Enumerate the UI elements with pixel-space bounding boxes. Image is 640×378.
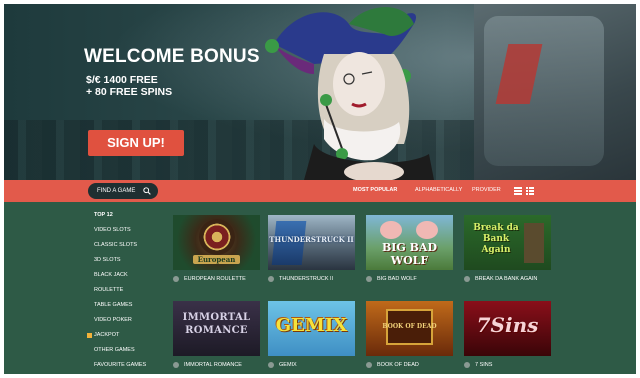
game-title: EUROPEAN ROULETTE	[184, 276, 246, 282]
sidebar-item-table-games[interactable]: TABLE GAMES	[94, 302, 132, 308]
pig-icon	[380, 221, 402, 239]
thumbnail-title: BOOK OF DEAD	[382, 323, 437, 330]
game-thumbnail: European	[173, 215, 260, 270]
game-thumbnail: IMMORTAL ROMANCE	[173, 301, 260, 356]
sidebar-item-other-games[interactable]: OTHER GAMES	[94, 347, 135, 353]
game-thumbnail: BOOK OF DEAD	[366, 301, 453, 356]
game-caption: EUROPEAN ROULETTE	[173, 275, 273, 284]
thumbnail-title: BIG BAD WOLF	[381, 241, 438, 267]
find-game-search[interactable]: FIND A GAME	[88, 183, 158, 199]
page-frame: WELCOME BONUS $/€ 1400 FREE + 80 FREE SP…	[0, 0, 640, 378]
game-thumbnail: 7Sins	[464, 301, 551, 356]
game-title: BIG BAD WOLF	[377, 276, 417, 282]
sidebar-item-label: JACKPOT	[94, 332, 120, 338]
thumbnail-title: 7Sins	[476, 313, 539, 337]
thumbnail-title: GEMIX	[275, 315, 348, 336]
tab-most-popular[interactable]: MOST POPULAR	[353, 187, 397, 193]
game-caption: BIG BAD WOLF	[366, 275, 466, 284]
game-caption: 7 SINS	[464, 361, 564, 370]
roulette-wheel-icon	[199, 219, 235, 255]
sidebar-item-favourite-games[interactable]: FAVOURITE GAMES	[94, 362, 146, 368]
tab-provider[interactable]: PROVIDER	[472, 187, 501, 193]
status-dot	[464, 276, 470, 282]
sidebar-item-black-jack[interactable]: BLACK JACK	[94, 272, 128, 278]
hero-title: WELCOME BONUS	[84, 46, 260, 67]
tab-alphabetically[interactable]: ALPHABETICALLY	[415, 187, 462, 193]
game-title: GEMIX	[279, 362, 297, 368]
jackpot-icon	[87, 333, 92, 338]
sidebar-item-classic-slots[interactable]: CLASSIC SLOTS	[94, 242, 137, 248]
game-thumbnail: GEMIX	[268, 301, 355, 356]
status-dot	[268, 362, 274, 368]
game-title: IMMORTAL ROMANCE	[184, 362, 242, 368]
hero-free-spins: + 80 FREE SPINS	[86, 86, 173, 98]
sidebar-item-video-slots[interactable]: VIDEO SLOTS	[94, 227, 131, 233]
hero-bonus-amount: $/€ 1400 FREE	[86, 74, 158, 86]
thumbnail-title: Break da Bank Again	[473, 223, 519, 255]
sidebar-item-3d-slots[interactable]: 3D SLOTS	[94, 257, 121, 263]
game-thumbnail: BIG BAD WOLF	[366, 215, 453, 270]
game-thumbnail: Break da Bank Again	[464, 215, 551, 270]
status-dot	[464, 362, 470, 368]
game-title: THUNDERSTRUCK II	[279, 276, 334, 282]
thumbnail-title: IMMORTAL ROMANCE	[182, 312, 251, 336]
safe-door-icon	[524, 223, 544, 263]
game-caption: BOOK OF DEAD	[366, 361, 466, 370]
game-thumbnail: THUNDERSTRUCK II	[268, 215, 355, 270]
sidebar-item-top-12[interactable]: TOP 12	[94, 212, 113, 218]
game-caption: GEMIX	[268, 361, 368, 370]
signup-button[interactable]: SIGN UP!	[88, 130, 184, 156]
thumbnail-title: European	[193, 255, 240, 264]
search-icon	[143, 187, 151, 195]
games-section: TOP 12 VIDEO SLOTS CLASSIC SLOTS 3D SLOT…	[4, 202, 636, 374]
sidebar-item-jackpot[interactable]: JACKPOT	[87, 332, 120, 338]
list-view-icon[interactable]	[526, 187, 534, 195]
sidebar-item-video-poker[interactable]: VIDEO POKER	[94, 317, 132, 323]
sidebar-item-roulette[interactable]: ROULETTE	[94, 287, 123, 293]
game-title: 7 SINS	[475, 362, 493, 368]
thumbnail-title: THUNDERSTRUCK II	[269, 235, 354, 244]
game-title: BREAK DA BANK AGAIN	[475, 276, 538, 282]
status-dot	[173, 362, 179, 368]
status-dot	[366, 276, 372, 282]
games-navbar: FIND A GAME MOST POPULAR ALPHABETICALLY …	[4, 180, 636, 202]
status-dot	[366, 362, 372, 368]
hero-banner: WELCOME BONUS $/€ 1400 FREE + 80 FREE SP…	[4, 4, 636, 180]
status-dot	[268, 276, 274, 282]
game-caption: THUNDERSTRUCK II	[268, 275, 368, 284]
jester-illustration	[265, 7, 434, 180]
grid-view-icon[interactable]	[514, 187, 522, 195]
pig-icon	[416, 221, 438, 239]
game-title: BOOK OF DEAD	[377, 362, 419, 368]
status-dot	[173, 276, 179, 282]
find-game-label: FIND A GAME	[97, 188, 136, 194]
game-caption: IMMORTAL ROMANCE	[173, 361, 273, 370]
game-caption: BREAK DA BANK AGAIN	[464, 275, 564, 284]
